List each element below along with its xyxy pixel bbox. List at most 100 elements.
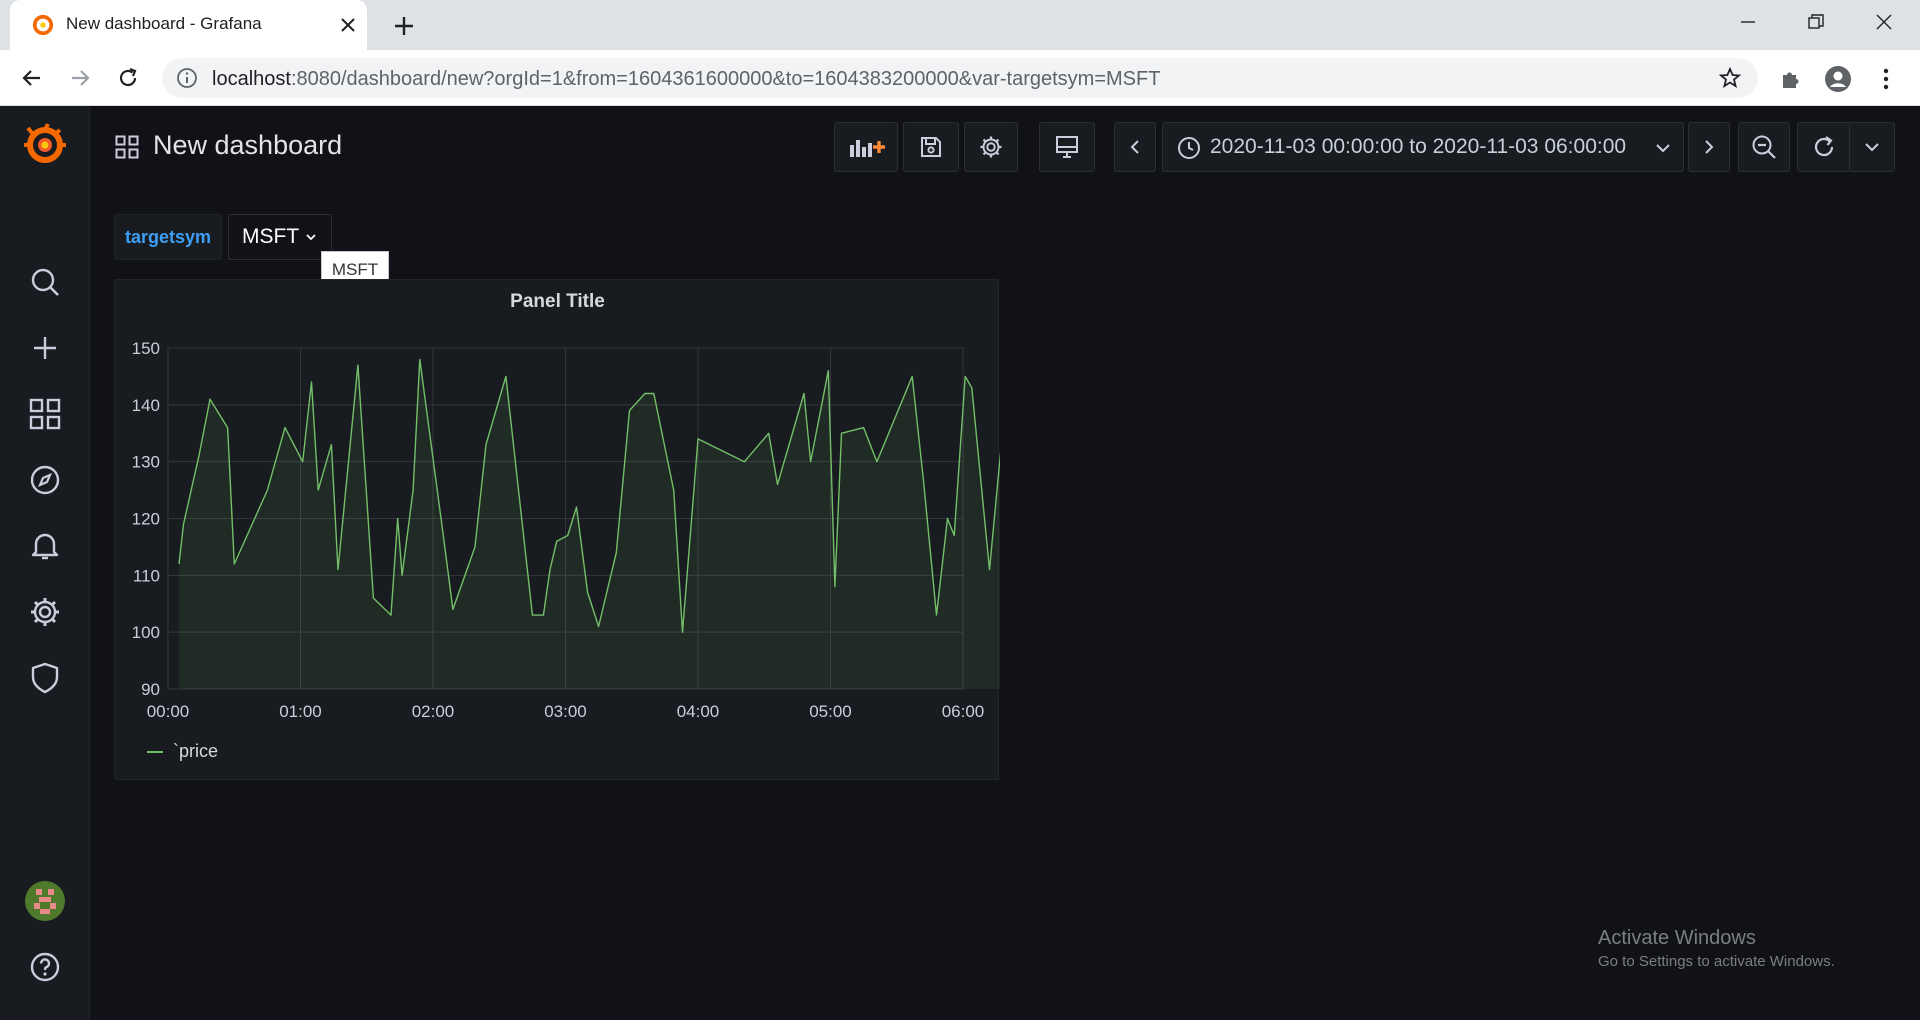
browser-menu-button[interactable] xyxy=(1871,64,1901,94)
close-icon xyxy=(1876,14,1892,30)
y-tick-label: 140 xyxy=(132,396,160,415)
refresh-interval-picker[interactable] xyxy=(1849,122,1895,172)
x-tick-label: 01:00 xyxy=(279,702,322,721)
sidebar-item-alerting[interactable] xyxy=(22,523,68,569)
x-tick-label: 06:00 xyxy=(942,702,985,721)
search-icon xyxy=(31,268,59,296)
activate-windows-title: Activate Windows xyxy=(1598,927,1756,949)
close-tab-icon[interactable] xyxy=(335,12,361,38)
activate-windows-subtitle: Go to Settings to activate Windows. xyxy=(1598,953,1835,970)
add-panel-icon xyxy=(850,140,885,157)
puzzle-icon xyxy=(1783,72,1799,88)
y-tick-label: 100 xyxy=(132,623,160,642)
sidebar-item-profile[interactable] xyxy=(22,878,68,924)
dashboards-icon xyxy=(29,398,61,430)
sidebar-item-server-admin[interactable] xyxy=(22,655,68,701)
sidebar-item-explore[interactable] xyxy=(22,457,68,503)
sidebar-item-help[interactable] xyxy=(22,944,68,990)
refresh-button[interactable] xyxy=(1797,122,1851,172)
series-area xyxy=(179,359,1000,689)
minimize-button[interactable] xyxy=(1714,0,1782,44)
extensions-button[interactable] xyxy=(1776,64,1806,94)
chevron-down-icon xyxy=(306,234,316,241)
y-tick-label: 110 xyxy=(133,566,160,585)
url-text[interactable]: localhost:8080/dashboard/new?orgId=1&fro… xyxy=(212,68,1160,91)
zoom-out-button[interactable] xyxy=(1738,122,1790,172)
chevron-down-icon xyxy=(1656,144,1670,153)
dashboard-grid-icon xyxy=(115,135,139,159)
x-tick-label: 04:00 xyxy=(677,702,720,721)
chevron-left-icon xyxy=(1130,140,1139,154)
refresh-icon xyxy=(1814,136,1834,157)
x-tick-label: 02:00 xyxy=(412,702,455,721)
plus-icon xyxy=(34,337,56,359)
avatar xyxy=(25,881,65,921)
variable-label: targetsym xyxy=(114,214,222,260)
explore-icon xyxy=(30,465,60,495)
browser-address-bar: localhost:8080/dashboard/new?orgId=1&fro… xyxy=(0,50,1920,106)
chevron-down-icon xyxy=(1865,143,1879,152)
save-icon xyxy=(921,137,941,157)
new-tab-icon[interactable] xyxy=(390,12,418,40)
add-panel-button[interactable] xyxy=(834,122,898,172)
monitor-icon xyxy=(1056,136,1078,158)
star-icon[interactable] xyxy=(1718,66,1742,90)
chevron-right-icon xyxy=(1705,140,1714,154)
y-tick-label: 90 xyxy=(141,680,160,699)
sidebar-item-search[interactable] xyxy=(22,259,68,305)
tab-title: New dashboard - Grafana xyxy=(66,14,262,33)
url-host: localhost xyxy=(212,68,291,90)
arrow-left-icon xyxy=(22,70,40,86)
help-icon xyxy=(30,952,60,982)
time-shift-forward-button[interactable] xyxy=(1688,122,1730,172)
x-tick-label: 03:00 xyxy=(544,702,587,721)
url-bar[interactable]: localhost:8080/dashboard/new?orgId=1&fro… xyxy=(162,58,1758,98)
variable-value: MSFT xyxy=(242,225,300,248)
gear-icon xyxy=(980,136,1002,158)
gear-icon xyxy=(31,598,59,626)
sidebar-item-create[interactable] xyxy=(22,325,68,371)
url-path: :8080/dashboard/new?orgId=1&from=1604361… xyxy=(290,68,1161,90)
zoom-out-icon xyxy=(1752,135,1776,159)
graph-panel[interactable]: Panel Title 150 140 130 120 110 100 90 00:00 01:… xyxy=(114,279,1000,780)
restore-icon xyxy=(1808,14,1824,29)
minimize-icon xyxy=(1741,21,1755,23)
arrow-right-icon xyxy=(72,70,90,86)
restore-button[interactable] xyxy=(1782,0,1850,44)
grafana-logo-icon xyxy=(24,123,66,163)
cycle-view-mode-button[interactable] xyxy=(1039,122,1095,172)
time-range-text: 2020-11-03 00:00:00 to 2020-11-03 06:00:… xyxy=(1210,135,1627,158)
grafana-home-link[interactable] xyxy=(21,120,69,168)
line-chart[interactable]: 150 140 130 120 110 100 90 00:00 01:00 02:00 03:00… xyxy=(115,280,1000,730)
info-icon[interactable] xyxy=(176,67,198,89)
bell-icon xyxy=(31,533,59,560)
close-window-button[interactable] xyxy=(1850,0,1918,44)
more-vertical-icon xyxy=(1883,68,1889,90)
legend-series-name[interactable]: `price xyxy=(173,741,218,762)
clock-icon xyxy=(1178,137,1200,159)
reload-button[interactable] xyxy=(112,62,144,94)
back-button[interactable] xyxy=(16,62,48,94)
shield-icon xyxy=(31,662,59,694)
x-tick-label: 05:00 xyxy=(809,702,852,721)
browser-tab[interactable]: New dashboard - Grafana xyxy=(10,0,367,50)
save-dashboard-button[interactable] xyxy=(903,122,959,172)
sidebar-item-dashboards[interactable] xyxy=(22,391,68,437)
dashboard-settings-button[interactable] xyxy=(964,122,1018,172)
browser-tab-bar: New dashboard - Grafana xyxy=(0,0,1920,50)
legend: `price xyxy=(147,741,218,762)
y-tick-label: 150 xyxy=(132,339,160,358)
x-tick-label: 00:00 xyxy=(147,702,190,721)
sidebar-item-configuration[interactable] xyxy=(22,589,68,635)
account-icon xyxy=(1825,66,1851,92)
legend-swatch xyxy=(147,750,163,753)
time-range-picker[interactable]: 2020-11-03 00:00:00 to 2020-11-03 06:00:… xyxy=(1162,122,1684,172)
profile-button[interactable] xyxy=(1823,64,1853,94)
forward-button[interactable] xyxy=(64,62,96,94)
variable-select[interactable]: MSFT xyxy=(228,214,332,260)
page-title[interactable]: New dashboard xyxy=(153,130,342,161)
reload-icon xyxy=(119,67,137,87)
grafana-favicon-icon xyxy=(32,14,54,36)
time-shift-back-button[interactable] xyxy=(1114,122,1156,172)
y-tick-label: 130 xyxy=(132,453,160,472)
